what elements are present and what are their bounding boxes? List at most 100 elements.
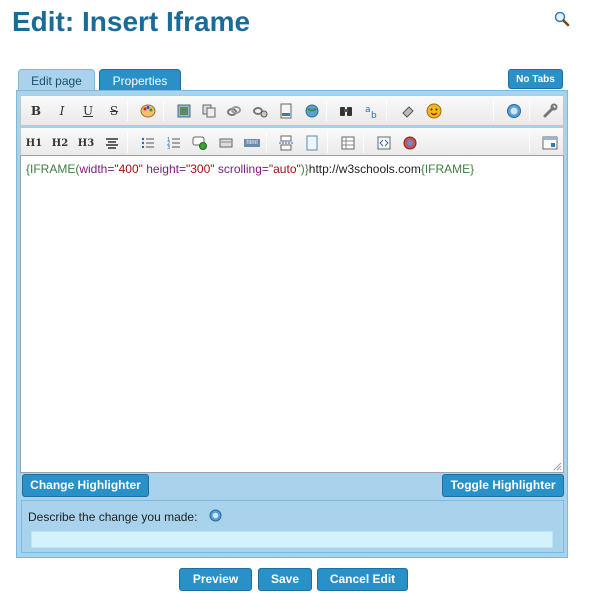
bullet-list-button[interactable] [139, 134, 157, 152]
toolbar-divider [529, 133, 530, 153]
window-button[interactable] [541, 134, 559, 152]
copy-icon [202, 104, 216, 118]
eraser-button[interactable] [399, 102, 417, 120]
h2-icon: H2 [51, 137, 69, 149]
toolbar-divider [266, 133, 267, 153]
bold-icon: B [30, 104, 42, 118]
binoculars-button[interactable] [337, 102, 355, 120]
resize-grip-icon[interactable] [552, 461, 562, 471]
toolbar-insert: H1 H2 H3 123 html [20, 127, 564, 158]
image-icon [177, 104, 191, 118]
comment-icon [192, 136, 207, 150]
table-button[interactable] [339, 134, 357, 152]
h1-button[interactable]: H1 [25, 134, 43, 152]
change-highlighter-button[interactable]: Change Highlighter [22, 474, 149, 497]
token-close-paren: )} [300, 162, 309, 176]
html-icon: html [244, 139, 260, 147]
copy-button[interactable] [200, 102, 218, 120]
comment-button[interactable] [191, 134, 209, 152]
help-button[interactable] [505, 102, 523, 120]
binoculars-icon [340, 107, 352, 116]
code-button[interactable] [375, 134, 393, 152]
token-value-scrolling: "auto" [268, 162, 301, 176]
save-button[interactable]: Save [258, 568, 312, 591]
translate-button[interactable]: ab [363, 102, 381, 120]
token-iframe-open: {IFRAME( [26, 162, 80, 176]
tab-edit-page[interactable]: Edit page [18, 69, 95, 91]
image-button[interactable] [175, 102, 193, 120]
h2-button[interactable]: H2 [51, 134, 69, 152]
describe-change-section: Describe the change you made: [21, 500, 564, 553]
web-button[interactable] [303, 102, 321, 120]
file-icon [280, 103, 292, 119]
toolbar-divider [163, 101, 164, 121]
toolbar-divider [127, 133, 128, 153]
help-icon [507, 104, 521, 118]
bullet-list-icon [141, 137, 154, 149]
token-attr-width: width= [79, 162, 115, 176]
eraser-icon [402, 106, 414, 118]
toolbar-divider [363, 133, 364, 153]
page-title: Edit: Insert Iframe [12, 6, 251, 37]
token-attr-scrolling: scrolling= [214, 162, 269, 176]
page-break-icon [279, 135, 293, 151]
cancel-edit-button[interactable]: Cancel Edit [317, 568, 408, 591]
italic-icon: I [59, 104, 65, 118]
help-icon[interactable] [209, 509, 222, 522]
color-button[interactable] [139, 102, 157, 120]
window-icon [542, 136, 558, 150]
translate-icon: ab [365, 105, 377, 119]
page-button[interactable] [303, 134, 321, 152]
underline-button[interactable]: U [79, 102, 97, 120]
center-button[interactable] [103, 134, 121, 152]
no-tabs-button[interactable]: No Tabs [508, 69, 563, 89]
token-iframe-close: {IFRAME} [420, 162, 475, 176]
strikethrough-button[interactable]: S [105, 102, 123, 120]
code-icon [377, 136, 391, 150]
token-attr-height: height= [142, 162, 186, 176]
zoom-icon[interactable] [553, 10, 571, 28]
globe-icon [305, 104, 319, 118]
table-icon [341, 136, 355, 150]
toolbar-divider [529, 101, 530, 121]
toggle-highlighter-button[interactable]: Toggle Highlighter [442, 474, 564, 497]
external-link-button[interactable] [251, 102, 269, 120]
token-url: http://w3schools.com [308, 162, 421, 176]
box-icon [219, 138, 233, 148]
palette-icon [140, 104, 156, 118]
preview-button[interactable]: Preview [179, 568, 252, 591]
toolbar-divider [326, 101, 327, 121]
h3-icon: H3 [77, 137, 95, 149]
smiley-button[interactable] [425, 102, 443, 120]
number-list-button[interactable]: 123 [165, 134, 183, 152]
toolbar-format: B I U S ab [20, 95, 564, 126]
editor-panel: B I U S ab H1 H2 H3 1 2 3 html {IFRAME(w… [16, 90, 568, 558]
h1-icon: H1 [25, 137, 43, 149]
describe-change-label: Describe the change you made: [28, 510, 198, 524]
box-button[interactable] [217, 134, 235, 152]
align-center-icon [106, 138, 118, 149]
plugin-icon [403, 136, 417, 150]
wrench-icon [543, 103, 558, 118]
page-break-button[interactable] [277, 134, 295, 152]
external-link-icon [253, 107, 268, 118]
h3-button[interactable]: H3 [77, 134, 95, 152]
svg-text:b: b [371, 111, 377, 119]
token-value-height: "300" [185, 162, 215, 176]
token-value-width: "400" [114, 162, 143, 176]
bold-button[interactable]: B [27, 102, 45, 120]
tab-properties[interactable]: Properties [99, 69, 181, 91]
toolbar-divider [493, 101, 494, 121]
file-button[interactable] [277, 102, 295, 120]
toolbar-divider [127, 101, 128, 121]
describe-change-input[interactable] [31, 531, 553, 548]
svg-text:3: 3 [167, 145, 170, 150]
underline-icon: U [82, 104, 94, 118]
wiki-content-editor[interactable]: {IFRAME(width="400" height="300" scrolli… [20, 155, 564, 473]
plugin-button[interactable] [401, 134, 419, 152]
html-button[interactable]: html [243, 134, 261, 152]
smiley-icon [426, 103, 442, 119]
link-button[interactable] [225, 102, 243, 120]
settings-button[interactable] [541, 102, 559, 120]
italic-button[interactable]: I [53, 102, 71, 120]
